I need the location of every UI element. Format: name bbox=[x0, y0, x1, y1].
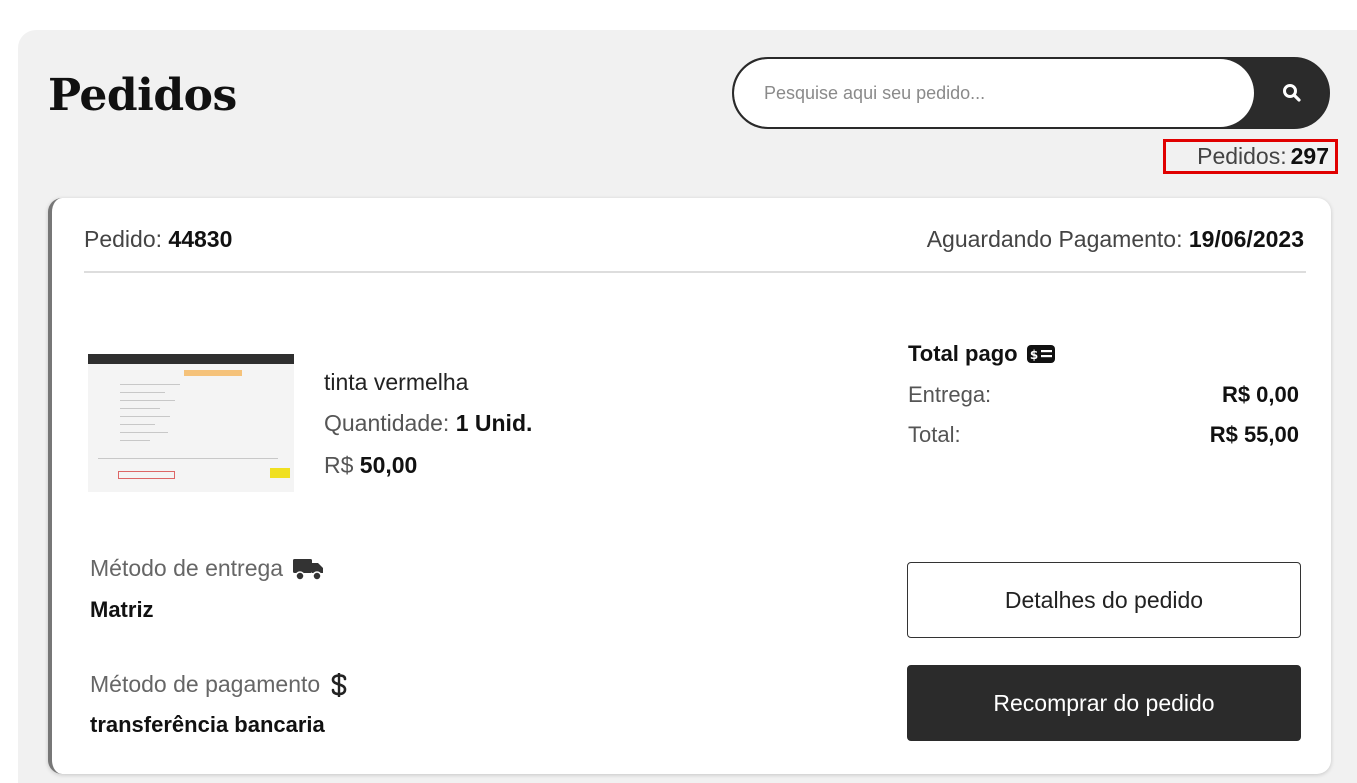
search-icon bbox=[1283, 84, 1301, 102]
total-paid-title: Total pago $ bbox=[908, 341, 1056, 367]
product-quantity-label: Quantidade: bbox=[324, 410, 450, 436]
order-id: Pedido: 44830 bbox=[84, 226, 232, 253]
order-status-date: 19/06/2023 bbox=[1188, 226, 1304, 252]
search-input[interactable] bbox=[762, 77, 1236, 109]
product-quantity: Quantidade: 1 Unid. bbox=[324, 410, 532, 437]
delivery-cost-value: R$ 0,00 bbox=[1221, 382, 1299, 407]
search-bar bbox=[732, 57, 1330, 129]
rebuy-order-button[interactable]: Recomprar do pedido bbox=[907, 665, 1301, 741]
product-price-value: 50,00 bbox=[359, 452, 418, 478]
order-id-label: Pedido: bbox=[84, 226, 163, 252]
search-button[interactable] bbox=[1254, 59, 1328, 127]
total-paid-label: Total pago bbox=[908, 341, 1018, 366]
delivery-cost-label: Entrega: bbox=[908, 382, 992, 407]
orders-count-label: Pedidos: bbox=[1197, 143, 1287, 169]
product-quantity-value: 1 Unid. bbox=[455, 410, 533, 436]
order-status-label: Aguardando Pagamento: bbox=[926, 226, 1183, 252]
orders-count: Pedidos: 297 bbox=[1163, 139, 1338, 174]
delivery-method-label-text: Método de entrega bbox=[90, 555, 284, 581]
product-price: R$ 50,00 bbox=[324, 452, 417, 479]
order-details-button[interactable]: Detalhes do pedido bbox=[907, 562, 1301, 638]
search-field bbox=[734, 59, 1254, 127]
order-card: Pedido: 44830 Aguardando Pagamento: 19/0… bbox=[48, 198, 1331, 774]
delivery-method-value: Matriz bbox=[90, 597, 154, 622]
order-status: Aguardando Pagamento: 19/06/2023 bbox=[927, 226, 1304, 253]
orders-count-value: 297 bbox=[1290, 143, 1329, 169]
total-value: R$ 55,00 bbox=[1209, 422, 1299, 447]
product-name: tinta vermelha bbox=[324, 369, 469, 395]
payment-method-value: transferência bancaria bbox=[90, 712, 325, 737]
product-thumbnail bbox=[88, 354, 294, 492]
divider bbox=[84, 271, 1306, 273]
payment-method-label: Método de pagamento bbox=[90, 671, 348, 698]
money-bill-icon: $ bbox=[1026, 345, 1055, 363]
delivery-method-label: Método de entrega bbox=[90, 555, 325, 582]
payment-method-label-text: Método de pagamento bbox=[90, 671, 321, 697]
truck-icon bbox=[293, 558, 324, 581]
order-id-value: 44830 bbox=[168, 226, 233, 252]
total-label: Total: bbox=[908, 422, 961, 447]
svg-text:$: $ bbox=[1029, 348, 1037, 362]
product-price-prefix: R$ bbox=[324, 452, 354, 478]
dollar-icon bbox=[331, 672, 347, 697]
page-title: Pedidos bbox=[48, 70, 237, 121]
